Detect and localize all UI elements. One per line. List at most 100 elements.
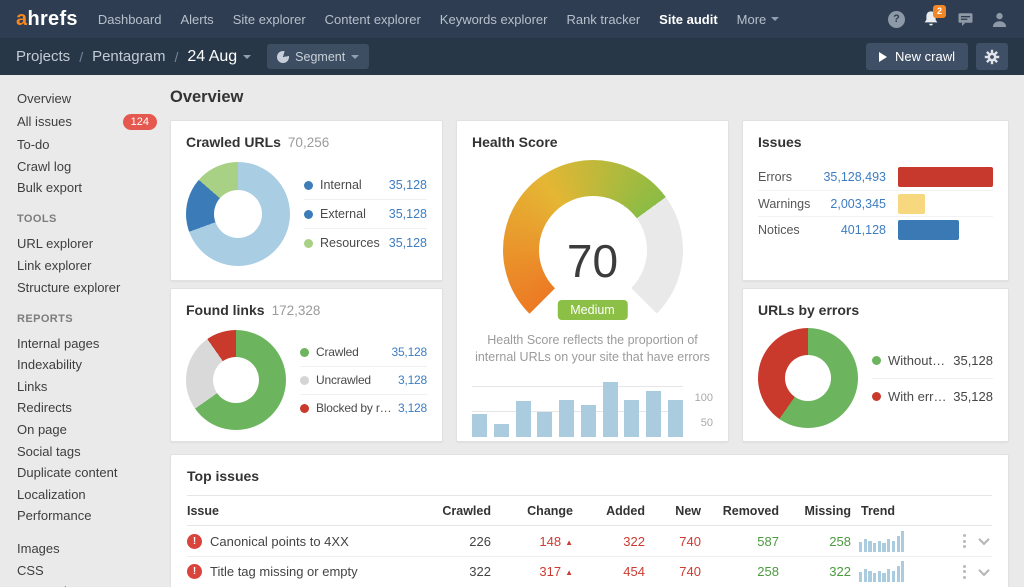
sidebar-item-label: Performance <box>17 509 91 522</box>
new-crawl-button[interactable]: New crawl <box>866 43 968 70</box>
issue-name[interactable]: Title tag missing or empty <box>210 564 358 579</box>
issues-row-notices[interactable]: Notices 401,128 <box>758 216 993 242</box>
sidebar-item-label: Link explorer <box>17 259 91 272</box>
issues-row-value[interactable]: 401,128 <box>816 223 886 237</box>
sidebar-item-label: All issues <box>17 115 72 128</box>
sidebar-item-crawl-log[interactable]: Crawl log <box>17 160 157 173</box>
legend-value[interactable]: 35,128 <box>383 207 427 221</box>
col-header-change[interactable]: Change <box>491 504 573 518</box>
legend-value[interactable]: 3,128 <box>392 401 427 415</box>
gridline-100 <box>472 386 683 387</box>
col-header-trend[interactable]: Trend <box>851 504 947 518</box>
col-header-removed[interactable]: Removed <box>701 504 779 518</box>
health-score-trend-chart[interactable]: 100 50 0 19 Jul 19 Aug <box>472 379 713 442</box>
col-header-crawled[interactable]: Crawled <box>427 504 491 518</box>
legend-row-crawled[interactable]: Crawled 35,128 <box>300 339 427 366</box>
sidebar-item-structure-explorer[interactable]: Structure explorer <box>17 281 157 294</box>
new-value: 740 <box>645 534 701 549</box>
issues-row-value[interactable]: 2,003,345 <box>816 197 886 211</box>
sidebar-item-on-page[interactable]: On page <box>17 423 157 436</box>
nav-site-explorer[interactable]: Site explorer <box>233 12 306 27</box>
notifications-button[interactable]: 2 <box>922 10 940 28</box>
found-links-card: Found links172,328 Crawled 35,128 Uncraw… <box>170 288 443 442</box>
issues-row-errors[interactable]: Errors 35,128,493 <box>758 164 993 190</box>
crawled-urls-donut-chart[interactable] <box>186 162 290 266</box>
nav-rank-tracker[interactable]: Rank tracker <box>566 12 640 27</box>
legend-row-without-errors[interactable]: Without errors 35,128 <box>872 343 993 378</box>
nav-content-explorer[interactable]: Content explorer <box>325 12 421 27</box>
chevron-down-icon <box>351 55 359 59</box>
table-row[interactable]: ! Title tag missing or empty 322 317▲ 45… <box>187 556 992 586</box>
sidebar-item-indexability[interactable]: Indexability <box>17 358 157 371</box>
ahrefs-logo[interactable]: ahrefs <box>16 8 78 31</box>
legend-value[interactable]: 35,128 <box>383 236 427 250</box>
expand-row-chevron[interactable] <box>978 564 989 575</box>
legend-row-internal[interactable]: Internal 35,128 <box>304 171 427 199</box>
table-row[interactable]: ! Canonical points to 4XX 226 148▲ 322 7… <box>187 526 992 556</box>
gear-icon <box>984 49 1000 65</box>
legend-row-uncrawled[interactable]: Uncrawled 3,128 <box>300 366 427 394</box>
bar <box>516 401 531 436</box>
expand-row-chevron[interactable] <box>978 534 989 545</box>
sidebar-item-images[interactable]: Images <box>17 542 157 555</box>
nav-dashboard[interactable]: Dashboard <box>98 12 162 27</box>
sidebar-item-performance[interactable]: Performance <box>17 509 157 522</box>
sidebar-item-css[interactable]: CSS <box>17 564 157 577</box>
sidebar-item-redirects[interactable]: Redirects <box>17 401 157 414</box>
settings-button[interactable] <box>976 43 1008 70</box>
legend-row-external[interactable]: External 35,128 <box>304 199 427 228</box>
issues-bar-track <box>898 167 993 187</box>
issues-row-warnings[interactable]: Warnings 2,003,345 <box>758 190 993 216</box>
sidebar-item-todo[interactable]: To-do <box>17 138 157 151</box>
legend-value[interactable]: 35,128 <box>385 345 427 359</box>
breadcrumb-projects[interactable]: Projects <box>16 48 70 65</box>
row-menu-button[interactable] <box>961 563 968 581</box>
issue-name[interactable]: Canonical points to 4XX <box>210 534 349 549</box>
crawl-date-dropdown[interactable]: 24 Aug <box>187 48 251 66</box>
top-issues-card: Top issues Issue Crawled Change Added Ne… <box>170 454 1009 587</box>
sidebar-item-internal-pages[interactable]: Internal pages <box>17 337 157 350</box>
sidebar-item-label: Redirects <box>17 401 72 414</box>
legend-row-resources[interactable]: Resources 35,128 <box>304 228 427 257</box>
segment-dropdown[interactable]: Segment <box>267 44 369 69</box>
col-header-new[interactable]: New <box>645 504 701 518</box>
legend-row-blocked[interactable]: Blocked by robots.txt 3,128 <box>300 394 427 422</box>
sidebar-item-overview[interactable]: Overview <box>17 92 157 105</box>
legend-value[interactable]: 3,128 <box>392 373 427 387</box>
sidebar-item-url-explorer[interactable]: URL explorer <box>17 237 157 250</box>
sidebar-item-duplicate-content[interactable]: Duplicate content <box>17 466 157 479</box>
bar <box>901 531 904 552</box>
legend-dot <box>872 392 881 401</box>
card-title: Found links <box>186 302 265 318</box>
help-button[interactable]: ? <box>888 11 905 28</box>
sidebar-item-social-tags[interactable]: Social tags <box>17 445 157 458</box>
issues-row-value[interactable]: 35,128,493 <box>816 170 886 184</box>
person-icon <box>991 11 1008 28</box>
nav-keywords-explorer[interactable]: Keywords explorer <box>440 12 548 27</box>
row-menu-button[interactable] <box>961 532 968 550</box>
messages-button[interactable] <box>957 11 974 27</box>
legend-row-with-errors[interactable]: With errors 35,128 <box>872 378 993 414</box>
account-button[interactable] <box>991 11 1008 28</box>
y-axis-tick: 100 <box>687 392 713 404</box>
nav-alerts[interactable]: Alerts <box>180 12 213 27</box>
sidebar-item-all-issues[interactable]: All issues124 <box>17 114 157 130</box>
urls-by-errors-card: URLs by errors Without errors 35,128 Wit… <box>742 288 1009 442</box>
col-header-added[interactable]: Added <box>573 504 645 518</box>
sidebar-item-links[interactable]: Links <box>17 380 157 393</box>
sidebar-item-link-explorer[interactable]: Link explorer <box>17 259 157 272</box>
urls-by-errors-donut-chart[interactable] <box>758 328 858 428</box>
found-links-donut-chart[interactable] <box>186 330 286 430</box>
nav-more[interactable]: More <box>737 12 780 27</box>
breadcrumb-separator: / <box>174 49 178 65</box>
col-header-issue[interactable]: Issue <box>187 504 427 518</box>
legend-value[interactable]: 35,128 <box>383 178 427 192</box>
sidebar: Overview All issues124 To-do Crawl log B… <box>0 75 168 587</box>
nav-site-audit[interactable]: Site audit <box>659 12 718 27</box>
crawled-urls-card: Crawled URLs70,256 Internal 35,128 Exter… <box>170 120 443 281</box>
sidebar-item-bulk-export[interactable]: Bulk export <box>17 181 157 194</box>
breadcrumb-project-name[interactable]: Pentagram <box>92 48 165 65</box>
sidebar-item-label: Bulk export <box>17 181 82 194</box>
col-header-missing[interactable]: Missing <box>779 504 851 518</box>
sidebar-item-localization[interactable]: Localization <box>17 488 157 501</box>
